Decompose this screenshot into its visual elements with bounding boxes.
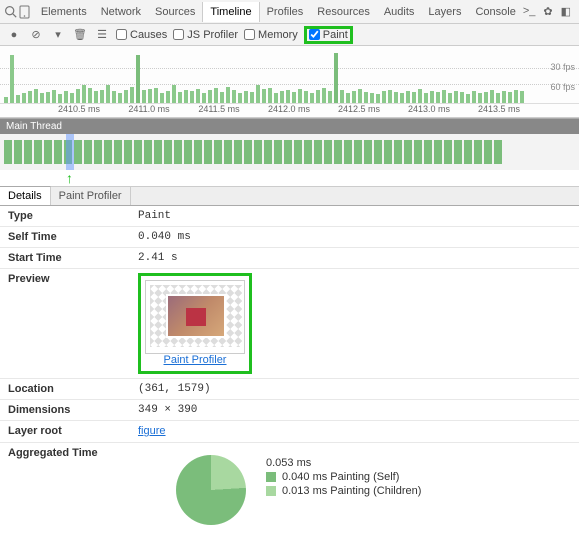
legend-children: 0.013 ms Painting (Children) [282,485,421,497]
dock-icon[interactable]: ◧ [561,5,571,18]
tab-elements[interactable]: Elements [34,2,94,22]
minimap-arrow: ↑ [0,170,579,186]
gear-icon[interactable]: ✿ [543,5,552,18]
fps-graph[interactable]: 30 fps 60 fps 2410.5 ms2411.0 [0,46,579,118]
view-icon[interactable]: ☰ [94,27,110,43]
timeline-toolbar: ● ⊘ ▾ 🗑 ☰ Causes JS Profiler Memory Pain… [0,24,579,46]
details-body: Type Paint Self Time 0.040 ms Start Time… [0,206,579,537]
memory-label: Memory [258,29,298,41]
tab-timeline[interactable]: Timeline [202,2,259,22]
tab-paint-profiler[interactable]: Paint Profiler [51,187,131,205]
preview-thumbnail[interactable] [145,280,245,354]
details-tabs: Details Paint Profiler [0,187,579,206]
causes-label: Causes [130,29,167,41]
legend-self: 0.040 ms Painting (Self) [282,471,399,483]
panel-tabs: Elements Network Sources Timeline Profil… [34,2,523,22]
tab-audits[interactable]: Audits [377,2,422,22]
topbar-right: >_ ✿ ◧ [523,5,575,18]
row-starttime: Start Time 2.41 s [0,248,579,269]
preview-checkerboard [150,285,242,347]
minimap-bars[interactable] [0,134,579,170]
paint-label: Paint [323,29,348,41]
layer-root-link[interactable]: figure [138,425,166,437]
tab-sources[interactable]: Sources [148,2,202,22]
legend-swatch-self [266,472,276,482]
row-aggtime: Aggregated Time 0.053 ms 0.040 ms Painti… [0,443,579,537]
preview-highlight: Paint Profiler [138,273,252,374]
minimap: Main Thread ↑ [0,118,579,187]
causes-checkbox[interactable]: Causes [116,29,167,41]
row-type: Type Paint [0,206,579,227]
arrow-up-icon: ↑ [66,170,73,186]
minimap-title: Main Thread [0,119,579,134]
row-layerroot: Layer root figure [0,421,579,443]
tab-resources[interactable]: Resources [310,2,377,22]
aggregated-time-pie [176,455,246,525]
tab-layers[interactable]: Layers [421,2,468,22]
paint-checkbox[interactable]: Paint [309,29,348,41]
jsprofiler-label: JS Profiler [187,29,238,41]
agg-total: 0.053 ms [266,457,311,469]
aggregated-time-legend: 0.053 ms 0.040 ms Painting (Self) 0.013 … [266,455,421,525]
row-selftime: Self Time 0.040 ms [0,227,579,248]
row-dimensions: Dimensions 349 × 390 [0,400,579,421]
record-icon[interactable]: ● [6,27,22,43]
filter-icon[interactable]: ▾ [50,27,66,43]
tab-console[interactable]: Console [468,2,522,22]
tab-network[interactable]: Network [94,2,148,22]
tab-profiles[interactable]: Profiles [260,2,311,22]
row-preview: Preview Paint Profiler [0,269,579,379]
row-location: Location (361, 1579) [0,379,579,400]
device-icon[interactable] [18,3,32,21]
preview-image [166,294,226,338]
tab-details[interactable]: Details [0,186,51,205]
trash-icon[interactable]: 🗑 [72,27,88,43]
search-icon[interactable] [4,3,18,21]
clear-icon[interactable]: ⊘ [28,27,44,43]
minimap-cursor[interactable] [66,134,74,170]
drawer-icon[interactable]: >_ [523,5,536,18]
paint-profiler-link[interactable]: Paint Profiler [145,354,245,367]
jsprofiler-checkbox[interactable]: JS Profiler [173,29,238,41]
legend-swatch-children [266,486,276,496]
graph-bars [0,53,579,103]
paint-checkbox-highlight: Paint [304,26,353,44]
memory-checkbox[interactable]: Memory [244,29,298,41]
graph-axis: 2410.5 ms2411.0 ms2411.5 ms 2412.0 ms241… [0,103,579,117]
devtools-topbar: Elements Network Sources Timeline Profil… [0,0,579,24]
